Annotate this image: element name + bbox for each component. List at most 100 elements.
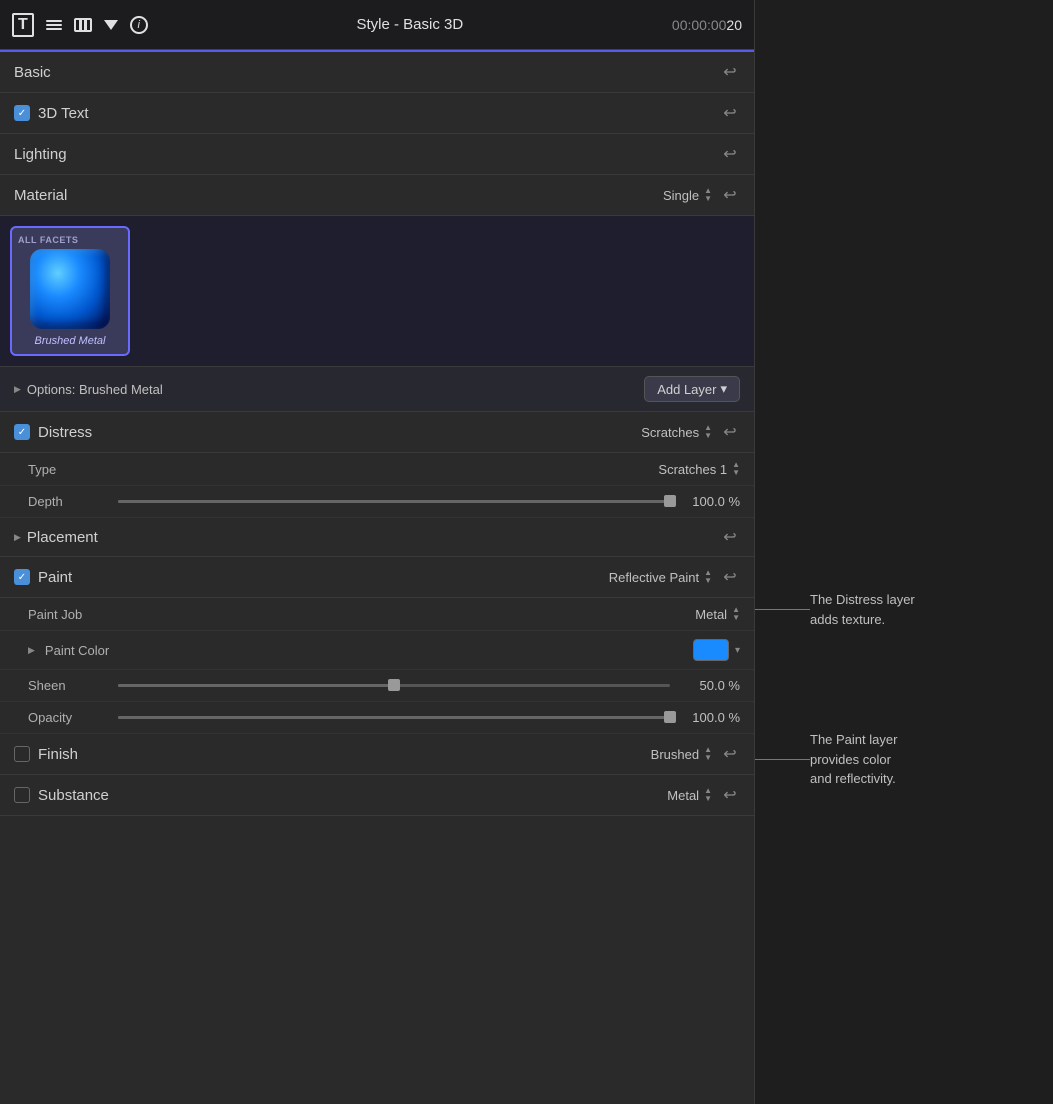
finish-stepper-down-icon: ▼ [704,754,712,762]
paint-section[interactable]: ✓ Paint Reflective Paint ▲ ▼ ↩ [0,557,754,598]
type-value: Scratches 1 [658,462,727,477]
collapse-triangle-icon[interactable]: ▶ [14,384,21,395]
sheen-row: Sheen 50.0 % [0,670,754,702]
paint-color-dropdown-icon[interactable]: ▾ [735,645,740,656]
finish-value: Brushed [651,747,699,762]
paint-annotation-text: The Paint layer provides color and refle… [810,730,897,789]
finish-checkbox[interactable] [14,746,30,762]
paint-color-value-area[interactable]: ▾ [693,639,740,661]
distress-section[interactable]: ✓ Distress Scratches ▲ ▼ ↩ [0,412,754,453]
basic-section[interactable]: Basic ↩ [0,50,754,93]
paint-color-label: ▶ Paint Color [28,643,693,658]
substance-checkbox[interactable] [14,787,30,803]
time-value: 00:00:00 [672,17,727,33]
paint-stepper[interactable]: Reflective Paint ▲ ▼ [609,569,712,585]
type-stepper-down-icon: ▼ [732,469,740,477]
sheen-slider[interactable] [118,684,670,687]
options-row: ▶ Options: Brushed Metal Add Layer ▾ [0,367,754,412]
material-section[interactable]: Material Single ▲ ▼ ↩ [0,175,754,216]
info-icon[interactable]: i [130,16,148,34]
distress-stepper[interactable]: Scratches ▲ ▼ [641,424,712,440]
placement-triangle-icon[interactable]: ▶ [14,532,21,543]
substance-label: Substance [38,787,667,804]
distress-annotation-text: The Distress layer adds texture. [810,590,915,629]
paint-job-stepper-down-icon: ▼ [732,614,740,622]
material-thumbnail[interactable]: ALL FACETS Brushed Metal [10,226,130,356]
3dtext-label: 3D Text [38,105,720,122]
inspector-panel: T i Style - Basic 3D 00:00:0020 Basic ↩ … [0,0,755,1104]
3dtext-checkbox[interactable]: ✓ [14,105,30,121]
sheen-fill [118,684,394,687]
sheen-label: Sheen [28,678,108,693]
toolbar-time: 00:00:0020 [672,17,742,33]
paint-color-swatch[interactable] [693,639,729,661]
paint-job-row: Paint Job Metal ▲ ▼ [0,598,754,631]
paint-color-triangle-icon[interactable]: ▶ [28,645,35,656]
lighting-reset[interactable]: ↩ [720,144,740,164]
checkbox-check-icon: ✓ [18,108,26,119]
distress-label: Distress [38,424,641,441]
depth-value: 100.0 % [680,494,740,509]
toolbar-title: Style - Basic 3D [158,16,662,33]
finish-label: Finish [38,746,651,763]
substance-reset[interactable]: ↩ [720,785,740,805]
distress-reset[interactable]: ↩ [720,422,740,442]
paint-job-stepper[interactable]: Metal ▲ ▼ [695,606,740,622]
placement-row[interactable]: ▶ Placement ↩ [0,518,754,557]
distress-stepper-down-icon: ▼ [704,432,712,440]
distress-annotation: The Distress layer adds texture. [755,590,915,629]
paint-color-row[interactable]: ▶ Paint Color ▾ [0,631,754,670]
finish-reset[interactable]: ↩ [720,744,740,764]
material-area: ALL FACETS Brushed Metal [0,216,754,367]
paint-reset[interactable]: ↩ [720,567,740,587]
depth-label: Depth [28,494,108,509]
opacity-thumb[interactable] [664,711,676,723]
sheen-value: 50.0 % [680,678,740,693]
substance-stepper[interactable]: Metal ▲ ▼ [667,787,712,803]
paint-checkbox[interactable]: ✓ [14,569,30,585]
finish-stepper[interactable]: Brushed ▲ ▼ [651,746,712,762]
finish-section[interactable]: Finish Brushed ▲ ▼ ↩ [0,734,754,775]
stepper-down-icon: ▼ [704,195,712,203]
material-label: Material [14,187,663,204]
add-layer-button[interactable]: Add Layer ▾ [644,376,740,402]
material-stepper[interactable]: Single ▲ ▼ [663,187,712,203]
filter-icon[interactable] [104,20,118,30]
annotations-panel: The Distress layer adds texture. The Pai… [755,0,1053,1104]
add-layer-label: Add Layer [657,382,716,397]
3dtext-section[interactable]: ✓ 3D Text ↩ [0,93,754,134]
paint-annotation-line [755,759,810,760]
depth-thumb[interactable] [664,495,676,507]
lighting-section[interactable]: Lighting ↩ [0,134,754,175]
paint-job-value: Metal [695,607,727,622]
options-label: Options: Brushed Metal [27,382,644,397]
text-tool-icon[interactable]: T [12,13,34,37]
3dtext-reset[interactable]: ↩ [720,103,740,123]
opacity-label: Opacity [28,710,108,725]
distress-annotation-line [755,609,810,610]
material-value: Single [663,188,699,203]
placement-reset[interactable]: ↩ [720,527,740,547]
toolbar: T i Style - Basic 3D 00:00:0020 [0,0,754,50]
distress-value: Scratches [641,425,699,440]
opacity-value: 100.0 % [680,710,740,725]
opacity-fill [118,716,670,719]
placement-label: Placement [27,529,720,546]
distress-checkbox[interactable]: ✓ [14,424,30,440]
opacity-slider[interactable] [118,716,670,719]
lighting-label: Lighting [14,146,720,163]
film-icon[interactable] [74,18,92,32]
paint-job-label: Paint Job [28,607,695,622]
sheen-thumb[interactable] [388,679,400,691]
type-label: Type [28,462,658,477]
substance-section[interactable]: Substance Metal ▲ ▼ ↩ [0,775,754,816]
lines-icon[interactable] [46,20,62,30]
material-reset[interactable]: ↩ [720,185,740,205]
paint-stepper-down-icon: ▼ [704,577,712,585]
brushed-metal-preview [30,249,110,329]
basic-label: Basic [14,64,720,81]
basic-reset[interactable]: ↩ [720,62,740,82]
type-stepper[interactable]: Scratches 1 ▲ ▼ [658,461,740,477]
facets-label: ALL FACETS [18,235,78,245]
depth-slider[interactable] [118,500,670,503]
